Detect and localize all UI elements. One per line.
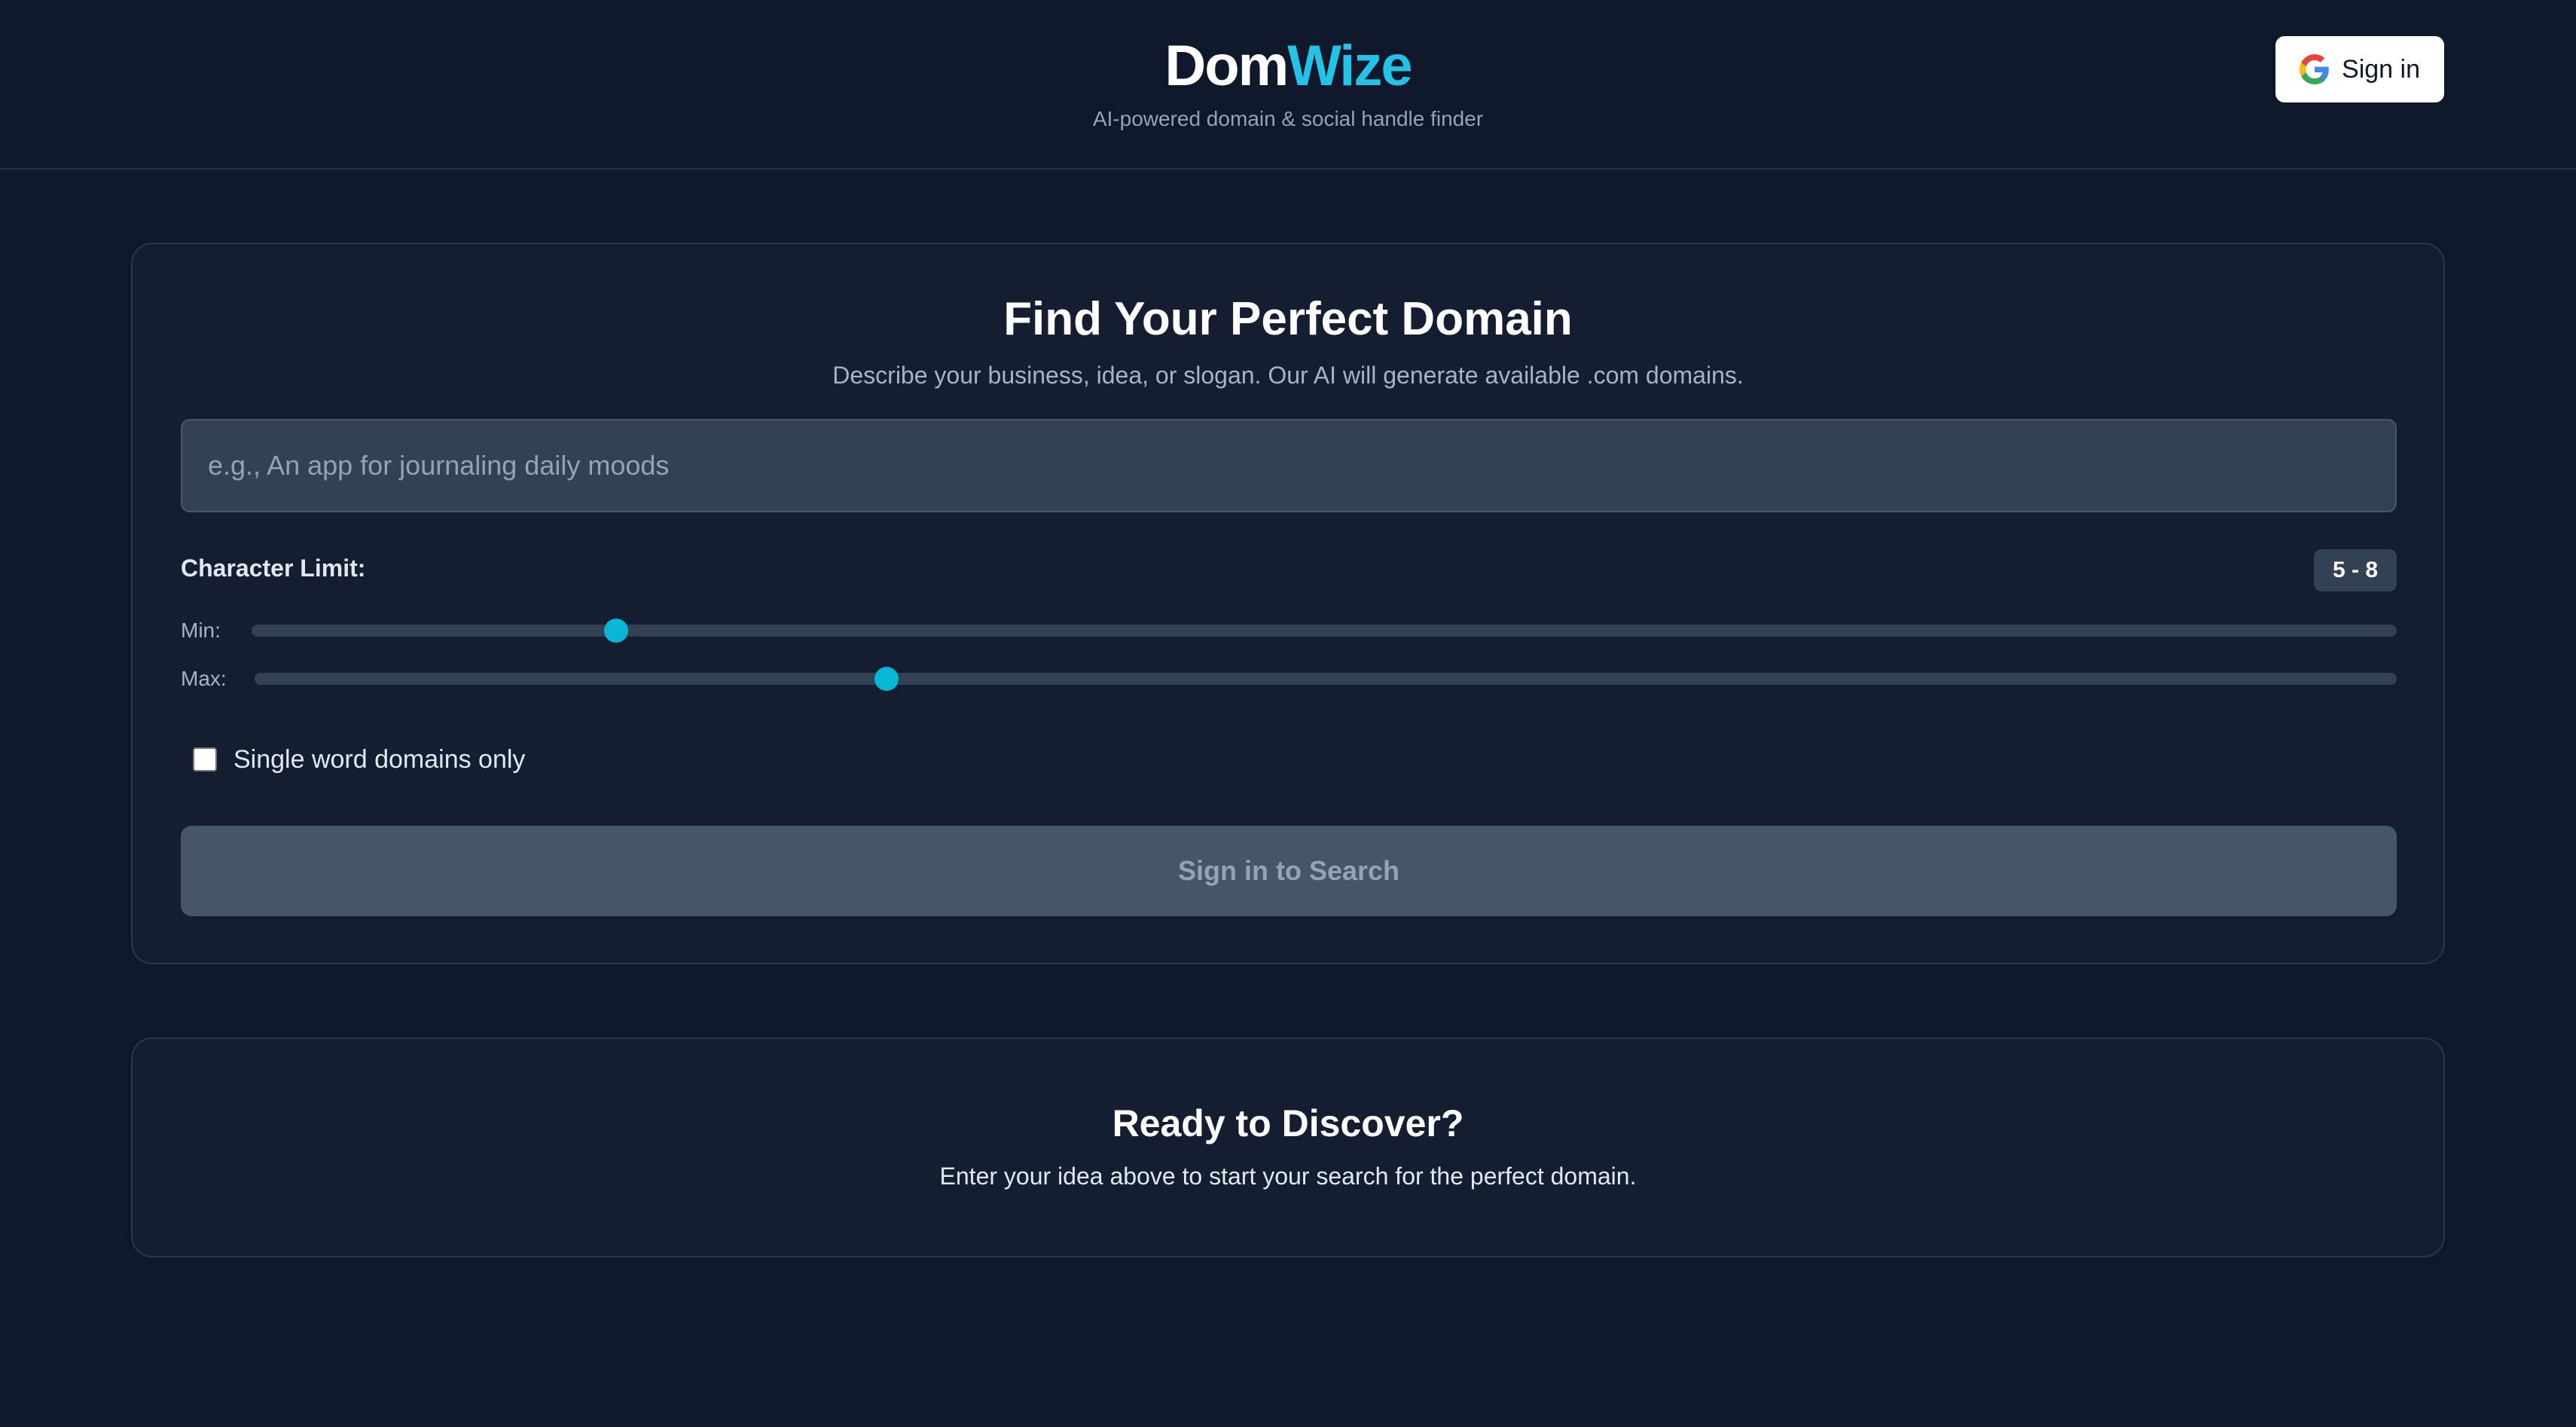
logo-part-dom: Dom: [1164, 34, 1289, 98]
logo-part-wize: Wize: [1287, 34, 1412, 98]
search-title: Find Your Perfect Domain: [1003, 293, 1573, 345]
google-icon: [2300, 54, 2329, 84]
sign-in-to-search-button[interactable]: Sign in to Search: [181, 826, 2397, 916]
character-limit-label: Character Limit:: [181, 555, 366, 582]
search-card: Find Your Perfect Domain Describe your b…: [131, 243, 2445, 964]
max-slider-thumb[interactable]: [874, 667, 899, 691]
single-word-option[interactable]: Single word domains only: [193, 744, 525, 775]
max-label: Max:: [181, 667, 227, 690]
min-label: Min:: [181, 619, 221, 642]
character-limit-badge: 5 - 8: [2314, 549, 2397, 591]
ready-title: Ready to Discover?: [1112, 1102, 1464, 1144]
google-sign-in-button[interactable]: Sign in: [2275, 36, 2444, 102]
brand: DomWize AI-powered domain & social handl…: [0, 32, 2576, 133]
ready-card: Ready to Discover? Enter your idea above…: [131, 1037, 2445, 1257]
tagline: AI-powered domain & social handle finder: [1092, 107, 1484, 130]
max-slider-track[interactable]: [255, 667, 2397, 691]
min-slider-thumb[interactable]: [604, 619, 629, 643]
logo: DomWize: [0, 32, 2576, 101]
sign-in-label: Sign in: [2342, 54, 2420, 84]
idea-input[interactable]: [181, 419, 2397, 512]
single-word-label: Single word domains only: [233, 745, 526, 774]
search-subtitle: Describe your business, idea, or slogan.…: [832, 362, 1744, 389]
ready-subtitle: Enter your idea above to start your sear…: [939, 1163, 1637, 1190]
app-header: DomWize AI-powered domain & social handl…: [0, 0, 2576, 170]
min-slider-track[interactable]: [252, 619, 2397, 643]
single-word-checkbox[interactable]: [193, 747, 217, 772]
